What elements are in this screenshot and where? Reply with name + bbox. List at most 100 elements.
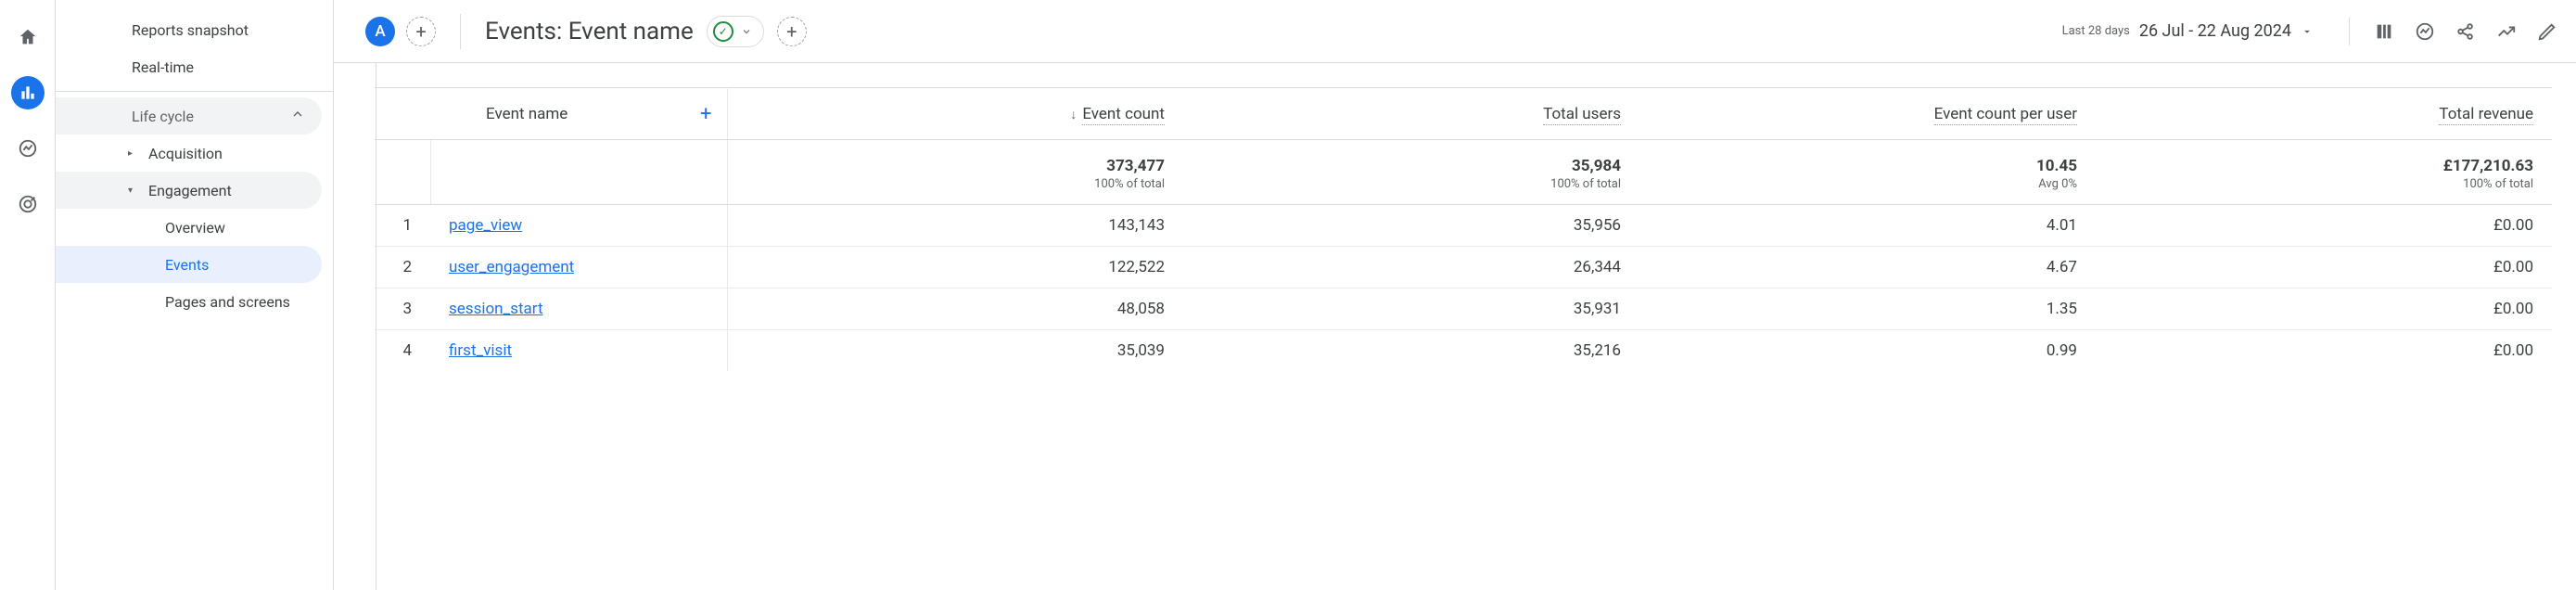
nav-pages-screens[interactable]: Pages and screens [56,283,322,320]
header-label: Event count [1082,105,1165,125]
edit-icon[interactable] [2537,21,2557,42]
total-revenue: £177,210.63 100% of total [2096,140,2552,205]
header-label: Total revenue [2439,105,2533,125]
header-label: Event name [486,105,567,123]
nav-label: Acquisition [148,145,223,162]
row-index: 2 [375,247,430,289]
row-index: 4 [375,330,430,372]
nav-label: Real-time [132,58,194,76]
customize-icon[interactable] [2374,21,2394,42]
add-dimension-icon[interactable]: + [700,102,711,125]
toolbar-divider [2349,18,2350,45]
nav-divider [56,91,333,92]
reports-icon[interactable] [11,76,45,109]
caret-down-icon [2301,25,2314,38]
row-event-count: 122,522 [727,247,1183,289]
row-event-count: 35,039 [727,330,1183,372]
total-value: 35,984 [1572,157,1621,175]
add-button[interactable]: + [777,17,807,46]
home-icon[interactable] [11,20,45,54]
row-total-users: 35,216 [1183,330,1639,372]
check-circle-icon: ✓ [713,21,733,42]
table-row: 1 page_view 143,143 35,956 4.01 £0.00 [375,205,2552,247]
row-per-user: 4.67 [1639,247,2096,289]
nav-label: Overview [165,219,225,237]
nav-reports-snapshot[interactable]: Reports snapshot [56,11,322,48]
table-totals-row: 373,477 100% of total 35,984 100% of tot… [375,140,2552,205]
row-per-user: 1.35 [1639,289,2096,330]
header-per-user[interactable]: Event count per user [1639,88,2096,140]
profile-badge-letter: A [375,22,385,41]
event-link[interactable]: page_view [449,216,522,235]
table-row: 4 first_visit 35,039 35,216 0.99 £0.00 [375,330,2552,372]
sort-desc-icon: ↓ [1070,108,1077,122]
add-comparison-button[interactable]: + [406,17,436,46]
profile-badge[interactable]: A [365,17,395,46]
row-revenue: £0.00 [2096,289,2552,330]
total-event-count: 373,477 100% of total [727,140,1183,205]
caret-down-icon: ▾ [128,186,133,196]
row-event-name: first_visit [430,330,727,372]
row-total-users: 26,344 [1183,247,1639,289]
row-revenue: £0.00 [2096,330,2552,372]
row-per-user: 0.99 [1639,330,2096,372]
header-revenue[interactable]: Total revenue [2096,88,2552,140]
event-link[interactable]: session_start [449,300,543,318]
page-title: Events: Event name [485,18,694,45]
total-subtext: 100% of total [746,177,1166,191]
icon-rail [0,0,56,590]
row-event-count: 48,058 [727,289,1183,330]
row-per-user: 4.01 [1639,205,2096,247]
nav-engagement[interactable]: ▾ Engagement [56,172,322,209]
date-range-value: 26 Jul - 22 Aug 2024 [2139,21,2291,41]
insights-icon[interactable] [2415,21,2435,42]
chevron-down-icon [741,26,752,37]
header-index [375,88,430,140]
status-pill[interactable]: ✓ [707,16,764,47]
advertising-icon[interactable] [11,187,45,221]
row-index: 1 [375,205,430,247]
row-event-name: session_start [430,289,727,330]
total-subtext: Avg 0% [1658,177,2077,191]
nav-events[interactable]: Events [56,246,322,283]
total-subtext: 100% of total [2114,177,2533,191]
nav-real-time[interactable]: Real-time [56,48,322,85]
row-index: 3 [375,289,430,330]
trend-icon[interactable] [2496,21,2517,42]
event-link[interactable]: first_visit [449,341,512,360]
header-total-users[interactable]: Total users [1183,88,1639,140]
nav-label: Events [165,256,209,274]
row-revenue: £0.00 [2096,247,2552,289]
total-users: 35,984 100% of total [1183,140,1639,205]
date-range-picker[interactable]: Last 28 days 26 Jul - 22 Aug 2024 [2062,21,2314,41]
event-link[interactable]: user_engagement [449,258,574,276]
row-event-name: user_engagement [430,247,727,289]
toolbar-divider [460,14,461,49]
table-row: 3 session_start 48,058 35,931 1.35 £0.00 [375,289,2552,330]
total-subtext: 100% of total [1202,177,1621,191]
nav-section-life-cycle[interactable]: Life cycle [56,97,322,135]
explore-icon[interactable] [11,132,45,165]
header-label: Total users [1543,105,1621,125]
share-icon[interactable] [2455,21,2476,42]
table-header-row: Event name + ↓ Event count Total users Ev… [375,88,2552,140]
header-event-count[interactable]: ↓ Event count [727,88,1183,140]
nav-label: Pages and screens [165,293,290,311]
table-row: 2 user_engagement 122,522 26,344 4.67 £0… [375,247,2552,289]
nav-overview[interactable]: Overview [56,209,322,246]
nav-section-label: Life cycle [132,108,194,125]
total-value: 373,477 [1106,157,1165,175]
toolbar: A + Events: Event name ✓ + Last 28 days … [334,0,2576,63]
main-area: A + Events: Event name ✓ + Last 28 days … [334,0,2576,590]
row-revenue: £0.00 [2096,205,2552,247]
header-label: Event count per user [1934,105,2077,125]
date-range-label: Last 28 days [2062,24,2130,38]
chevron-up-icon [290,107,305,125]
nav-acquisition[interactable]: ▸ Acquisition [56,135,322,172]
nav-label: Reports snapshot [132,21,249,39]
row-total-users: 35,956 [1183,205,1639,247]
header-event-name[interactable]: Event name + [430,88,727,140]
row-event-count: 143,143 [727,205,1183,247]
total-value: 10.45 [2036,157,2077,175]
row-total-users: 35,931 [1183,289,1639,330]
